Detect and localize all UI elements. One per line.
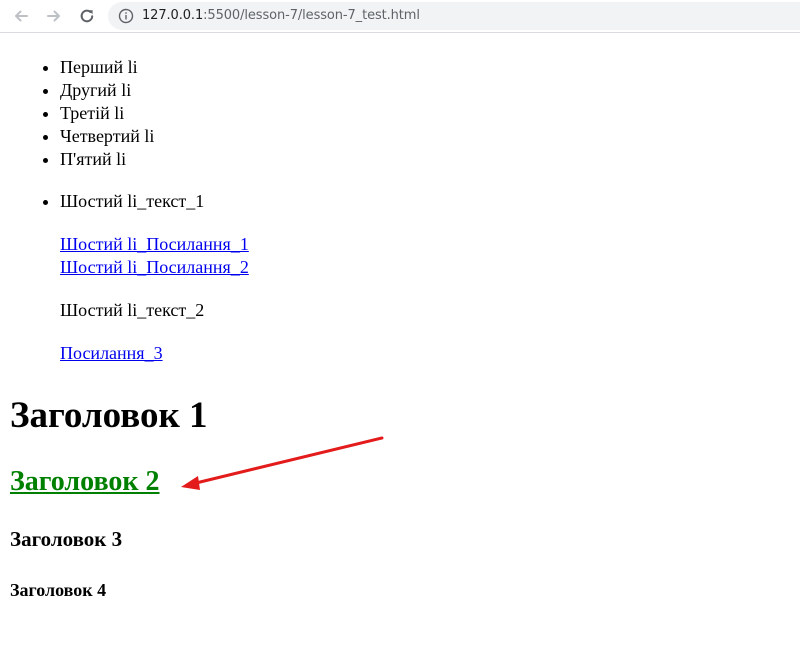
link-3-block: Посилання_3	[60, 342, 163, 365]
list-item-sixth-text-1: Шостий li_текст_1	[60, 190, 204, 213]
address-bar[interactable]: 127.0.0.1:5500/lesson-7/lesson-7_test.ht…	[108, 2, 800, 30]
sixth-text-2: Шостий li_текст_2	[60, 300, 205, 320]
heading-2-link[interactable]: Заголовок 2	[10, 466, 160, 497]
link-3[interactable]: Посилання_3	[60, 343, 163, 363]
heading-2: Заголовок 2	[10, 465, 160, 499]
heading-3: Заголовок 3	[10, 527, 123, 551]
sixth-list: Шостий li_текст_1	[60, 190, 204, 213]
first-list: Перший li Другий li Третій li Четвертий …	[60, 56, 154, 171]
list-item: Третій li	[60, 102, 154, 125]
list-item: Перший li	[60, 56, 154, 79]
reload-icon[interactable]	[75, 4, 99, 28]
arrow-shaft	[194, 436, 384, 485]
url-host: 127.0.0.1	[142, 8, 204, 23]
sixth-link-2[interactable]: Шостий li_Посилання_2	[60, 257, 249, 277]
heading-4: Заголовок 4	[10, 580, 107, 600]
sixth-links: Шостий li_Посилання_1 Шостий li_Посиланн…	[60, 233, 249, 279]
url-path: :5500/lesson-7/lesson-7_test.html	[203, 8, 420, 23]
list-item: Другий li	[60, 79, 154, 102]
list-item: П'ятий li	[60, 148, 154, 171]
sixth-link-1[interactable]: Шостий li_Посилання_1	[60, 234, 249, 254]
browser-toolbar: 127.0.0.1:5500/lesson-7/lesson-7_test.ht…	[0, 0, 800, 33]
back-arrow-icon[interactable]	[9, 4, 33, 28]
url-text: 127.0.0.1:5500/lesson-7/lesson-7_test.ht…	[142, 2, 420, 30]
info-icon[interactable]	[118, 8, 134, 24]
forward-arrow-icon[interactable]	[42, 4, 66, 28]
arrow-head	[181, 476, 200, 490]
heading-1: Заголовок 1	[10, 395, 208, 436]
list-item: Четвертий li	[60, 125, 154, 148]
